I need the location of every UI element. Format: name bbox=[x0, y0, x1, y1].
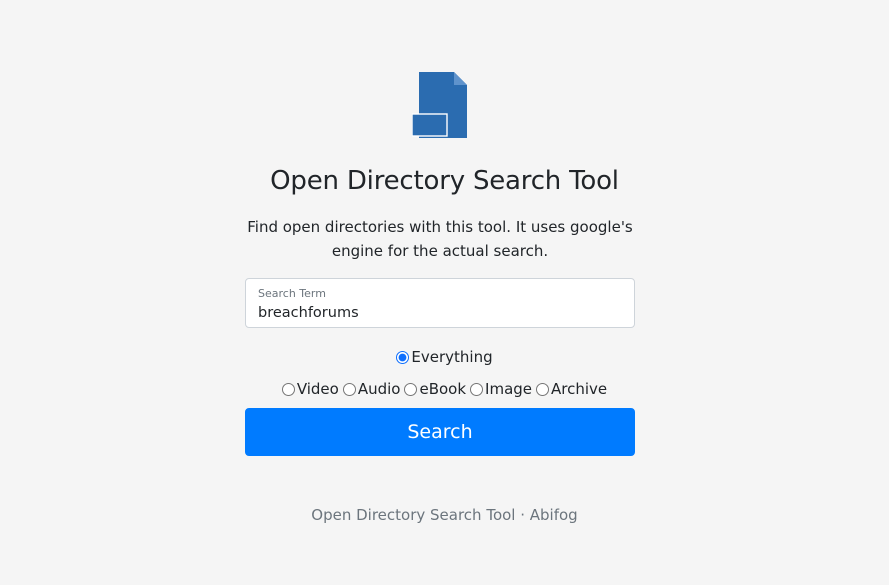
filter-ebook-radio[interactable] bbox=[404, 382, 418, 396]
filter-image-label: Image bbox=[485, 380, 533, 398]
search-label: Search Term bbox=[258, 287, 326, 300]
file-icon bbox=[412, 72, 467, 138]
search-field[interactable]: Search Term bbox=[245, 278, 635, 328]
footer-text: Open Directory Search Tool · Abifog bbox=[311, 506, 578, 524]
filter-video-label: Video bbox=[296, 380, 339, 398]
filter-archive-radio[interactable] bbox=[536, 382, 550, 396]
filter-row-secondary: Video Audio eBook Image Archive bbox=[0, 378, 889, 400]
filter-audio-label: Audio bbox=[357, 380, 401, 398]
filter-ebook[interactable]: eBook bbox=[404, 380, 466, 398]
filter-archive-label: Archive bbox=[551, 380, 608, 398]
filter-archive[interactable]: Archive bbox=[536, 380, 607, 398]
page: Open Directory Search Tool Find open dir… bbox=[0, 0, 889, 585]
filter-audio[interactable]: Audio bbox=[342, 380, 401, 398]
filter-video[interactable]: Video bbox=[281, 380, 339, 398]
filter-everything-radio[interactable] bbox=[396, 350, 410, 364]
filter-everything-label: Everything bbox=[411, 348, 493, 366]
page-description: Find open directories with this tool. It… bbox=[247, 218, 633, 260]
filter-image[interactable]: Image bbox=[470, 380, 532, 398]
filter-everything[interactable]: Everything bbox=[396, 348, 493, 366]
filter-row-primary: Everything bbox=[0, 346, 889, 368]
filter-video-radio[interactable] bbox=[281, 382, 295, 396]
page-title: Open Directory Search Tool bbox=[270, 166, 619, 196]
filter-audio-radio[interactable] bbox=[342, 382, 356, 396]
search-input[interactable] bbox=[258, 303, 618, 323]
filter-image-radio[interactable] bbox=[470, 382, 484, 396]
search-button[interactable]: Search bbox=[245, 408, 635, 456]
filter-ebook-label: eBook bbox=[419, 380, 467, 398]
